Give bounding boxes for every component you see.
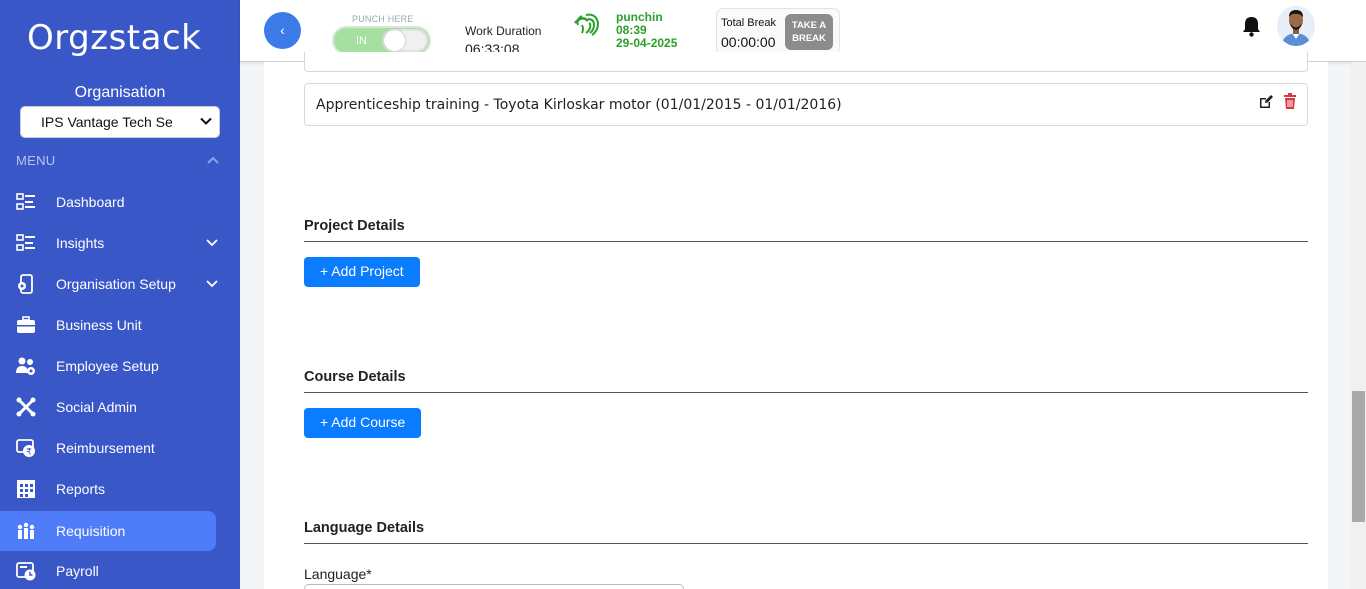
project-details-title: Project Details [304,218,405,234]
sidebar-item-label: Requisition [56,523,126,539]
insights-icon [16,234,35,251]
fingerprint-icon [574,13,600,36]
svg-text:₹: ₹ [26,448,32,458]
sidebar-item-organisation-setup[interactable]: Organisation Setup [0,264,218,304]
chevron-down-icon [206,239,218,247]
avatar[interactable] [1277,6,1315,46]
reports-icon [17,480,35,498]
punch-status: punchin 08:39 29-04-2025 [616,11,677,50]
language-input[interactable] [304,584,684,589]
bell-icon[interactable] [1241,15,1262,37]
punch-toggle[interactable]: IN [332,26,431,55]
divider [304,241,1308,242]
punch-label: PUNCH HERE [352,14,414,24]
briefcase-icon [17,316,35,333]
divider [304,392,1308,393]
punch-state: IN [356,35,367,47]
break-panel: Total Break 00:00:00 TAKE A BREAK [716,8,840,55]
sidebar-item-label: Insights [56,235,105,251]
sidebar-item-label: Social Admin [56,399,137,415]
sidebar-item-reports[interactable]: Reports [0,469,216,509]
sidebar-item-label: Business Unit [56,317,142,333]
work-duration-label: Work Duration [465,24,542,38]
education-item-text: Apprenticeship training - Toyota Kirlosk… [316,97,842,113]
delete-icon[interactable] [1283,93,1297,110]
organisation-label: Organisation [74,84,166,101]
organisation-select[interactable]: IPS Vantage Tech Se [20,106,220,138]
dashboard-icon [16,193,35,210]
sidebar-item-label: Reimbursement [56,440,155,456]
user-avatar-icon [1277,6,1315,46]
sidebar-item-label: Organisation Setup [56,276,176,292]
sidebar-item-employee-setup[interactable]: Employee Setup [0,346,216,386]
punch-date: 29-04-2025 [616,36,678,50]
scrollbar[interactable] [1351,62,1366,589]
collapse-sidebar-button[interactable]: ‹ [264,12,301,49]
toggle-knob [382,29,428,52]
sidebar-item-dashboard[interactable]: Dashboard [0,182,216,222]
main-content: Apprenticeship training - Toyota Kirlosk… [264,52,1328,589]
chevron-up-icon[interactable] [206,154,220,166]
take-break-label-line1: TAKE A [791,20,827,31]
app-logo: Orgzstack [27,18,202,58]
requisition-icon [17,522,35,539]
sidebar-item-business-unit[interactable]: Business Unit [0,305,216,345]
add-course-button[interactable]: + Add Course [304,408,422,438]
education-item-previous [304,52,1308,72]
organisation-setup-icon [18,274,33,294]
add-project-button[interactable]: + Add Project [304,257,420,287]
take-break-button[interactable]: TAKE A BREAK [785,14,833,50]
edit-icon[interactable] [1258,94,1274,110]
payroll-icon [16,562,36,581]
total-break-label: Total Break [721,17,777,29]
sidebar-item-insights[interactable]: Insights [0,223,218,263]
total-break-value: 00:00:00 [721,34,776,50]
menu-heading: MENU [16,153,56,168]
sidebar-item-label: Reports [56,481,106,497]
chevron-down-icon [200,117,212,125]
sidebar-item-label: Payroll [56,563,99,579]
language-field-label: Language* [304,566,372,582]
sidebar-item-label: Employee Setup [56,358,159,374]
chevron-down-icon [206,280,218,288]
education-item: Apprenticeship training - Toyota Kirlosk… [304,83,1308,126]
take-break-label-line2: BREAK [792,33,826,44]
course-details-title: Course Details [304,369,406,385]
sidebar-item-social-admin[interactable]: Social Admin [0,387,216,427]
reimbursement-icon: ₹ [16,439,35,458]
divider [304,543,1308,544]
social-admin-icon [16,397,36,417]
scrollbar-thumb[interactable] [1352,391,1365,522]
sidebar-item-requisition[interactable]: Requisition [0,511,216,551]
sidebar-item-reimbursement[interactable]: ₹ Reimbursement [0,428,216,468]
sidebar-item-payroll[interactable]: Payroll [0,551,216,589]
employee-setup-icon [16,357,35,375]
language-details-title: Language Details [304,520,425,536]
sidebar: Orgzstack Organisation IPS Vantage Tech … [0,0,240,589]
sidebar-item-label: Dashboard [56,194,125,210]
organisation-select-value: IPS Vantage Tech Se [41,114,173,130]
